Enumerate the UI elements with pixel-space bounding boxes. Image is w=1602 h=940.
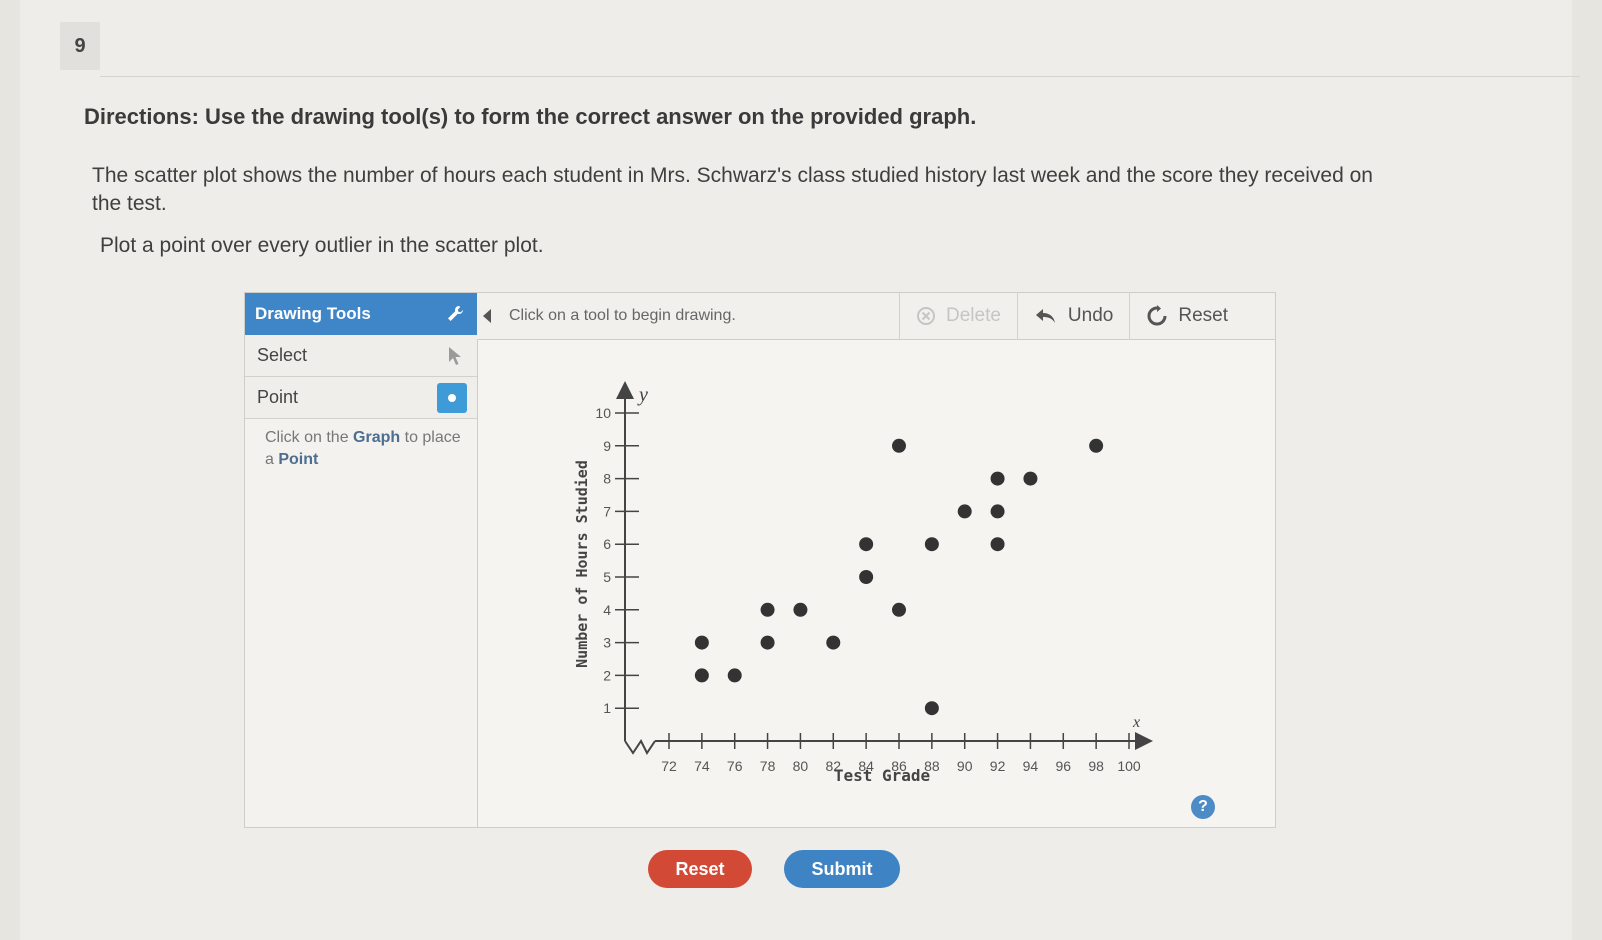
x-axis-label: Test Grade	[834, 766, 930, 785]
x-tick-label: 100	[1117, 758, 1141, 774]
x-tick-label: 76	[727, 758, 743, 774]
data-point	[892, 602, 906, 617]
reset-tool-button[interactable]: Reset	[1129, 293, 1244, 339]
data-point	[1089, 438, 1104, 453]
undo-icon	[1035, 309, 1055, 323]
data-point	[760, 635, 775, 650]
y-tick-label: 5	[603, 569, 611, 585]
instruction-text: Plot a point over every outlier in the s…	[100, 234, 544, 257]
reset-button[interactable]: Reset	[648, 850, 752, 888]
data-point	[990, 471, 1005, 486]
y-tick-label: 9	[603, 438, 611, 454]
point-tool-icon[interactable]	[437, 382, 467, 413]
data-point	[859, 570, 874, 584]
drawing-tools-header[interactable]: Drawing Tools	[245, 293, 477, 335]
data-point	[990, 504, 1005, 519]
scatter-plot[interactable]: 72 74 76 78 80 82 84 86 88 90 92 94 96 98 100 12345678…	[477, 339, 1275, 827]
delete-button[interactable]: Delete	[899, 293, 1017, 339]
x-axis-arrow	[1135, 732, 1153, 750]
toolbar-message: Click on a tool to begin drawing.	[509, 307, 736, 324]
drawing-tools-panel: Drawing Tools Select Point Click on the …	[245, 293, 478, 827]
data-point	[990, 537, 1005, 552]
drawing-tool-frame: Drawing Tools Select Point Click on the …	[244, 292, 1276, 828]
question-number: 9	[60, 22, 100, 70]
data-point	[727, 668, 742, 683]
data-point	[924, 701, 939, 716]
graph-area[interactable]: 72 74 76 78 80 82 84 86 88 90 92 94 96 98 100 12345678…	[477, 339, 1275, 827]
y-tick-label: 1	[603, 700, 611, 716]
y-tick-label: 3	[603, 635, 611, 651]
x-tick-label: 94	[1023, 758, 1039, 774]
y-tick-label: 2	[603, 667, 611, 683]
data-point	[694, 635, 709, 650]
tool-point[interactable]: Point	[245, 377, 477, 419]
pointer-icon	[449, 346, 461, 365]
x-tick-label: 90	[957, 758, 973, 774]
tool-hint: Click on the Graph to place a Point	[245, 419, 477, 471]
data-point	[957, 504, 972, 519]
y-axis-arrow	[616, 381, 634, 399]
tool-select-label: Select	[257, 345, 308, 365]
tool-select[interactable]: Select	[245, 335, 477, 377]
y-axis-name: y	[637, 384, 648, 406]
undo-label: Undo	[1067, 305, 1114, 326]
data-point	[1023, 471, 1038, 486]
x-tick-label: 74	[694, 758, 710, 774]
data-point	[892, 438, 906, 453]
description-text: The scatter plot shows the number of hou…	[92, 164, 1373, 215]
hint-text-pre: Click on the	[265, 429, 354, 446]
help-icon[interactable]: ?	[1191, 795, 1215, 819]
tool-point-label: Point	[257, 387, 299, 407]
x-tick-label: 96	[1055, 758, 1071, 774]
data-point	[760, 602, 775, 617]
x-tick-label: 98	[1088, 758, 1104, 774]
graph-toolbar: Click on a tool to begin drawing. Delete…	[477, 293, 1275, 340]
y-tick-label: 7	[603, 503, 611, 519]
hint-text-graph: Graph	[353, 429, 401, 446]
collapse-panel-icon[interactable]	[483, 309, 491, 323]
axes	[616, 381, 1153, 755]
y-tick-label: 10	[595, 405, 611, 421]
y-tick-label: 4	[603, 602, 611, 618]
data-point	[859, 537, 874, 552]
x-axis-break	[624, 739, 656, 755]
x-tick-label: 80	[793, 758, 809, 774]
x-axis-name: x	[1132, 714, 1140, 731]
delete-label: Delete	[946, 305, 1001, 326]
x-tick-label: 72	[661, 758, 677, 774]
data-point	[793, 602, 808, 617]
data-point	[694, 668, 709, 683]
x-tick-label: 78	[760, 758, 776, 774]
directions-text: Directions: Use the drawing tool(s) to f…	[84, 104, 977, 129]
hint-text-point: Point	[278, 451, 319, 468]
y-tick-label: 6	[603, 536, 611, 552]
y-ticks: 1 2 3 4 5 6 7 8 9 10	[595, 405, 639, 716]
drawing-tools-title: Drawing Tools	[255, 304, 371, 323]
delete-icon	[917, 307, 935, 325]
x-tick-label: 92	[990, 758, 1006, 774]
data-point	[826, 635, 841, 650]
y-tick-label: 8	[603, 471, 611, 487]
reset-icon	[1147, 305, 1167, 326]
reset-tool-label: Reset	[1178, 305, 1228, 326]
undo-button[interactable]: Undo	[1016, 293, 1129, 339]
data-points	[694, 438, 1104, 716]
y-axis-label: Number of Hours Studied	[573, 460, 591, 668]
wrench-icon	[448, 306, 463, 321]
divider	[100, 76, 1580, 77]
data-point	[924, 537, 939, 552]
submit-button[interactable]: Submit	[784, 850, 900, 888]
